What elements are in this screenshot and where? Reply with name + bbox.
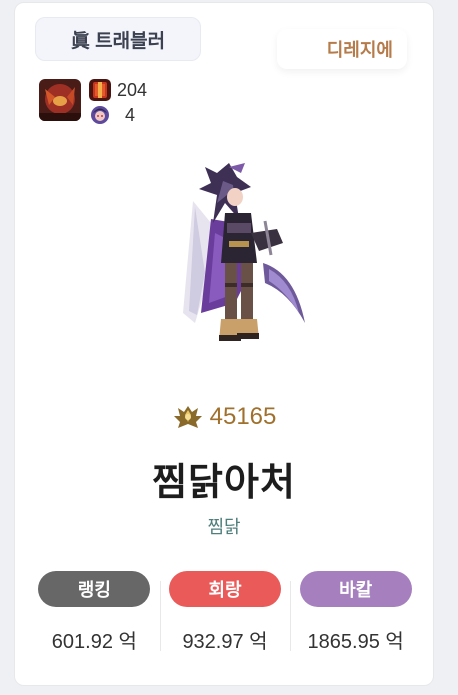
bakal-pill: 바칼 [299,571,412,607]
stat-ranking: 랭킹 601.92 억 [29,571,160,661]
corridor-pill: 회랑 [169,571,281,607]
job-badge: 眞 트래블러 [35,17,201,61]
character-portrait-icon [89,104,111,126]
stat-row-2: 4 [89,104,135,126]
stat-bakal: 바칼 1865.95 억 [290,571,421,661]
fame: 45165 [15,403,433,431]
fame-emblem-icon [173,406,202,428]
avatar [39,79,81,121]
bakal-value: 1865.95 억 [307,631,404,653]
book-icon [89,79,111,101]
stat-value-1: 204 [117,79,148,100]
ranking-value: 601.92 억 [51,631,137,653]
corridor-value: 932.97 억 [182,631,268,653]
stat-row-1: 204 [89,79,147,101]
fame-value: 45165 [209,403,277,430]
character-card[interactable]: 眞 트래블러 디레지에 204 4 45165 찜닭아처 찜닭 랭킹 601.9… [14,2,434,686]
server-name: 디레지에 [277,29,407,69]
guild-name: 찜닭 [207,517,241,537]
stat-value-2: 4 [125,104,136,125]
character-sprite [165,163,325,353]
stats-row: 랭킹 601.92 억 회랑 932.97 억 바칼 1865.95 억 [29,571,421,661]
character-name: 찜닭아처 [152,462,296,504]
ranking-pill: 랭킹 [38,571,151,607]
stat-corridor: 회랑 932.97 억 [159,571,291,661]
